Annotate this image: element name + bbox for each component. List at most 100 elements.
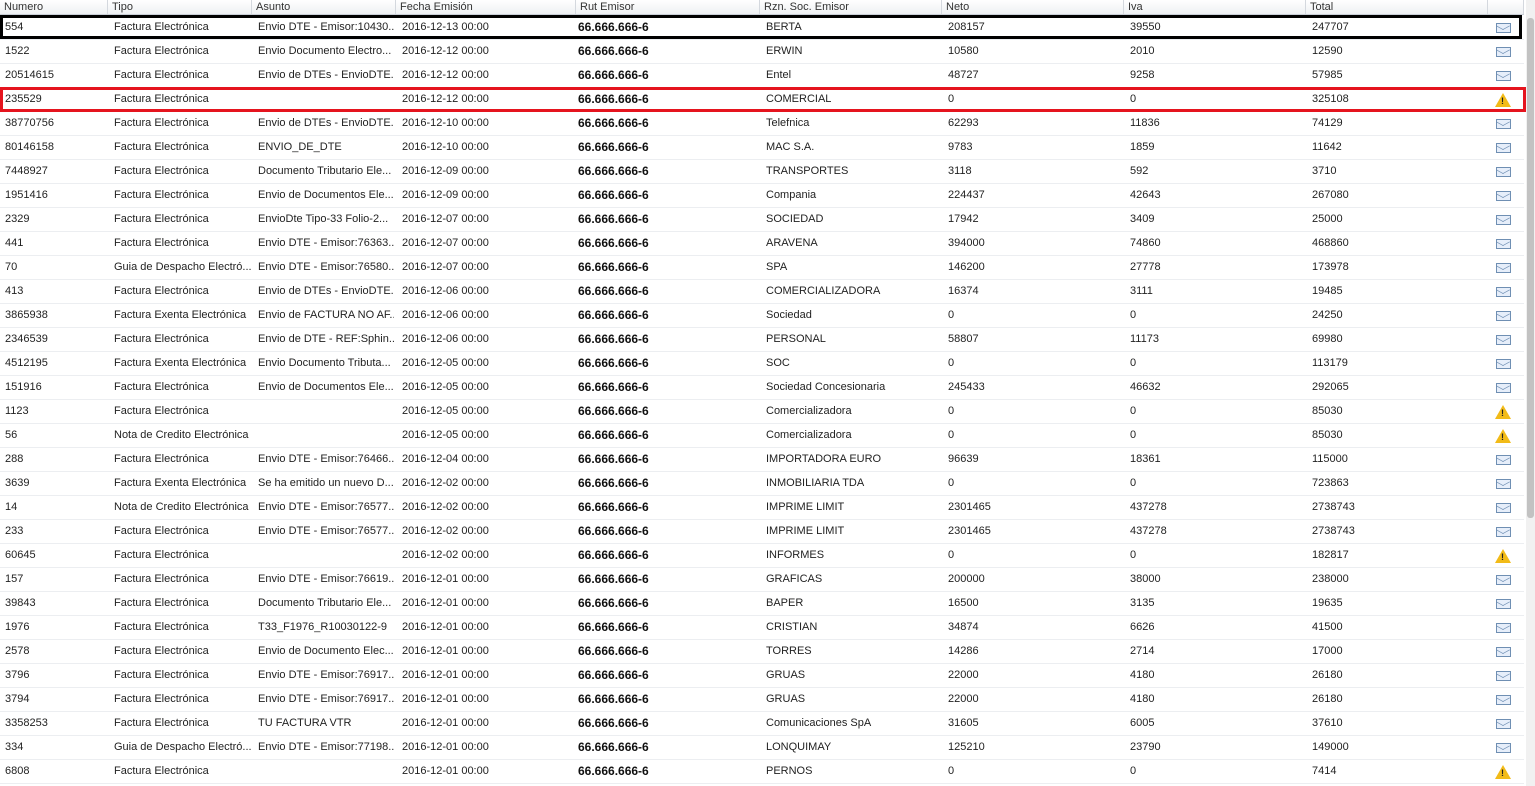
- table-row[interactable]: 56 Nota de Credito Electrónica 2016-12-05 …: [0, 424, 1524, 448]
- mail-icon[interactable]: [1495, 647, 1511, 657]
- row-status-cell[interactable]: !: [1492, 544, 1514, 567]
- row-status-cell[interactable]: [1492, 280, 1514, 303]
- table-row[interactable]: 151916 Factura Electrónica Envio de Docume…: [0, 376, 1524, 400]
- table-row[interactable]: 2346539 Factura Electrónica Envio de DTE -…: [0, 328, 1524, 352]
- table-row[interactable]: 3794 Factura Electrónica Envio DTE - Emiso…: [0, 688, 1524, 712]
- table-row[interactable]: 3639 Factura Exenta Electrónica Se ha emit…: [0, 472, 1524, 496]
- column-header-fecha-emision[interactable]: Fecha Emisión: [396, 0, 576, 14]
- row-status-cell[interactable]: [1492, 592, 1514, 615]
- row-status-cell[interactable]: [1492, 688, 1514, 711]
- column-header-total[interactable]: Total: [1306, 0, 1488, 14]
- row-status-cell[interactable]: !: [1492, 400, 1514, 423]
- table-row[interactable]: 6808 Factura Electrónica 2016-12-01 00:00 6…: [0, 760, 1524, 784]
- column-header-razon-social[interactable]: Rzn. Soc. Emisor: [760, 0, 942, 14]
- warning-icon[interactable]: !: [1495, 405, 1511, 419]
- table-row[interactable]: 80146158 Factura Electrónica ENVIO_DE_DTE 2…: [0, 136, 1524, 160]
- mail-icon[interactable]: [1495, 335, 1511, 345]
- row-status-cell[interactable]: [1492, 616, 1514, 639]
- column-header-iva[interactable]: Iva: [1124, 0, 1306, 14]
- row-status-cell[interactable]: [1492, 40, 1514, 63]
- table-row[interactable]: 413 Factura Electrónica Envio de DTEs - En…: [0, 280, 1524, 304]
- mail-icon[interactable]: [1495, 383, 1511, 393]
- mail-icon[interactable]: [1495, 503, 1511, 513]
- row-status-cell[interactable]: [1492, 496, 1514, 519]
- row-status-cell[interactable]: [1492, 736, 1514, 759]
- column-header-rut-emisor[interactable]: Rut Emisor: [576, 0, 760, 14]
- row-status-cell[interactable]: !: [1492, 424, 1514, 447]
- mail-icon[interactable]: [1495, 695, 1511, 705]
- row-status-cell[interactable]: [1492, 376, 1514, 399]
- row-status-cell[interactable]: [1492, 664, 1514, 687]
- row-status-cell[interactable]: [1492, 640, 1514, 663]
- mail-icon[interactable]: [1495, 671, 1511, 681]
- row-status-cell[interactable]: [1492, 112, 1514, 135]
- row-status-cell[interactable]: [1492, 160, 1514, 183]
- table-row[interactable]: 14 Nota de Credito Electrónica Envio DTE -…: [0, 496, 1524, 520]
- column-header-numero[interactable]: Numero: [0, 0, 108, 14]
- mail-icon[interactable]: [1495, 167, 1511, 177]
- mail-icon[interactable]: [1495, 71, 1511, 81]
- row-status-cell[interactable]: [1492, 352, 1514, 375]
- mail-icon[interactable]: [1495, 623, 1511, 633]
- mail-icon[interactable]: [1495, 599, 1511, 609]
- table-row[interactable]: 334 Guia de Despacho Electró... Envio DTE …: [0, 736, 1524, 760]
- scrollbar-thumb[interactable]: [1527, 18, 1534, 518]
- mail-icon[interactable]: [1495, 575, 1511, 585]
- table-row[interactable]: 2329 Factura Electrónica EnvioDte Tipo-33 …: [0, 208, 1524, 232]
- table-row[interactable]: 1123 Factura Electrónica 2016-12-05 00:00 6…: [0, 400, 1524, 424]
- table-row[interactable]: 38770756 Factura Electrónica Envio de DTEs…: [0, 112, 1524, 136]
- row-status-cell[interactable]: [1492, 448, 1514, 471]
- mail-icon[interactable]: [1495, 215, 1511, 225]
- table-row[interactable]: 3796 Factura Electrónica Envio DTE - Emiso…: [0, 664, 1524, 688]
- row-status-cell[interactable]: [1492, 472, 1514, 495]
- mail-icon[interactable]: [1495, 359, 1511, 369]
- mail-icon[interactable]: [1495, 479, 1511, 489]
- row-status-cell[interactable]: [1492, 520, 1514, 543]
- table-row[interactable]: 39843 Factura Electrónica Documento Tribut…: [0, 592, 1524, 616]
- mail-icon[interactable]: [1495, 119, 1511, 129]
- table-row[interactable]: 1522 Factura Electrónica Envio Documento E…: [0, 40, 1524, 64]
- row-status-cell[interactable]: !: [1492, 760, 1514, 783]
- table-row[interactable]: 3358253 Factura Electrónica TU FACTURA VTR…: [0, 712, 1524, 736]
- column-header-asunto[interactable]: Asunto: [252, 0, 396, 14]
- table-row[interactable]: 60645 Factura Electrónica 2016-12-02 00:00…: [0, 544, 1524, 568]
- column-header-status[interactable]: [1488, 0, 1524, 14]
- mail-icon[interactable]: [1495, 191, 1511, 201]
- row-status-cell[interactable]: [1492, 304, 1514, 327]
- row-status-cell[interactable]: [1492, 184, 1514, 207]
- table-row[interactable]: 20514615 Factura Electrónica Envio de DTEs…: [0, 64, 1524, 88]
- mail-icon[interactable]: [1495, 311, 1511, 321]
- mail-icon[interactable]: [1495, 743, 1511, 753]
- row-status-cell[interactable]: [1492, 328, 1514, 351]
- table-row[interactable]: 1976 Factura Electrónica T33_F1976_R100301…: [0, 616, 1524, 640]
- warning-icon[interactable]: !: [1495, 549, 1511, 563]
- mail-icon[interactable]: [1495, 143, 1511, 153]
- table-row[interactable]: 4512195 Factura Exenta Electrónica Envio D…: [0, 352, 1524, 376]
- mail-icon[interactable]: [1495, 47, 1511, 57]
- row-status-cell[interactable]: [1492, 64, 1514, 87]
- mail-icon[interactable]: [1495, 527, 1511, 537]
- mail-icon[interactable]: [1495, 455, 1511, 465]
- table-row[interactable]: 2578 Factura Electrónica Envio de Document…: [0, 640, 1524, 664]
- mail-icon[interactable]: [1495, 239, 1511, 249]
- warning-icon[interactable]: !: [1495, 765, 1511, 779]
- table-row[interactable]: 157 Factura Electrónica Envio DTE - Emisor…: [0, 568, 1524, 592]
- column-header-tipo[interactable]: Tipo: [108, 0, 252, 14]
- table-row[interactable]: 3865938 Factura Exenta Electrónica Envio d…: [0, 304, 1524, 328]
- table-row[interactable]: 7448927 Factura Electrónica Documento Trib…: [0, 160, 1524, 184]
- mail-icon[interactable]: [1495, 719, 1511, 729]
- row-status-cell[interactable]: [1492, 712, 1514, 735]
- row-status-cell[interactable]: [1492, 208, 1514, 231]
- warning-icon[interactable]: !: [1495, 429, 1511, 443]
- table-row[interactable]: 288 Factura Electrónica Envio DTE - Emisor…: [0, 448, 1524, 472]
- row-status-cell[interactable]: [1492, 232, 1514, 255]
- mail-icon[interactable]: [1495, 287, 1511, 297]
- table-row[interactable]: 441 Factura Electrónica Envio DTE - Emisor…: [0, 232, 1524, 256]
- row-status-cell[interactable]: [1492, 256, 1514, 279]
- mail-icon[interactable]: [1495, 263, 1511, 273]
- row-status-cell[interactable]: [1492, 136, 1514, 159]
- column-header-neto[interactable]: Neto: [942, 0, 1124, 14]
- table-row[interactable]: 233 Factura Electrónica Envio DTE - Emisor…: [0, 520, 1524, 544]
- table-row[interactable]: 70 Guia de Despacho Electró... Envio DTE -…: [0, 256, 1524, 280]
- row-status-cell[interactable]: [1492, 568, 1514, 591]
